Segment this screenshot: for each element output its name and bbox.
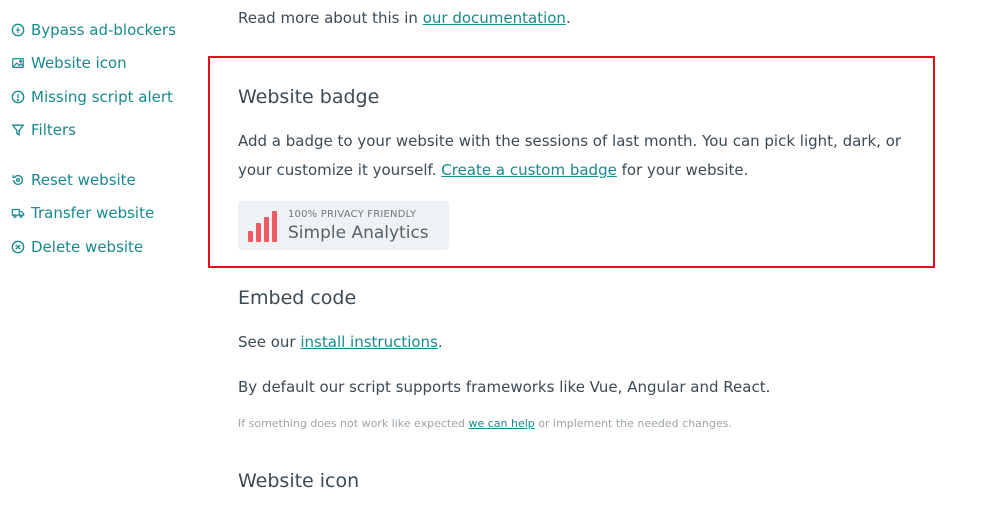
sidebar-item-reset-website[interactable]: Reset website (10, 163, 154, 197)
badge-logo-bar (272, 211, 277, 242)
install-instructions-link[interactable]: install instructions (300, 333, 438, 351)
sidebar-item-missing-script-alert[interactable]: Missing script alert (10, 80, 176, 114)
badge-logo-bar (248, 231, 253, 242)
simple-analytics-badge[interactable]: 100% PRIVACY FRIENDLY Simple Analytics (238, 201, 449, 250)
sidebar-item-transfer-website[interactable]: Transfer website (10, 197, 154, 231)
frameworks-text: By default our script supports framework… (238, 378, 771, 396)
sidebar-item-delete-website[interactable]: Delete website (10, 230, 154, 264)
alert-icon (10, 89, 25, 104)
sidebar-group-settings: Bypass ad-blockers Website icon Missing … (10, 13, 176, 147)
sidebar-item-bypass-ad-blockers[interactable]: Bypass ad-blockers (10, 13, 176, 47)
sidebar-item-label: Filters (31, 121, 76, 140)
badge-logo (248, 211, 278, 242)
sidebar-item-website-icon[interactable]: Website icon (10, 47, 176, 81)
badge-logo-bar (256, 223, 261, 242)
sidebar-item-label: Reset website (31, 170, 136, 189)
website-icon-title: Website icon (238, 470, 360, 492)
sidebar-item-label: Delete website (31, 237, 144, 256)
x-circle-icon (10, 239, 25, 254)
website-badge-title: Website badge (238, 86, 380, 108)
intro-text: Read more about this in our documentatio… (238, 9, 571, 27)
install-instructions-text: See our install instructions. (238, 333, 443, 351)
sidebar-item-label: Transfer website (31, 204, 155, 223)
reset-icon (10, 172, 25, 187)
sidebar: Bypass ad-blockers Website icon Missing … (0, 0, 200, 506)
badge-description-line1: Add a badge to your website with the ses… (238, 132, 902, 150)
sidebar-group-danger: Reset website Transfer website Delete we… (10, 163, 154, 264)
sidebar-item-label: Bypass ad-blockers (31, 20, 176, 39)
help-text: If something does not work like expected… (238, 417, 732, 430)
embed-code-title: Embed code (238, 287, 357, 309)
sidebar-item-label: Missing script alert (31, 87, 173, 106)
filter-icon (10, 123, 25, 138)
badge-tagline: 100% PRIVACY FRIENDLY (288, 209, 417, 220)
sidebar-item-label: Website icon (31, 54, 127, 73)
badge-description-line2: your customize it yourself. Create a cus… (238, 161, 749, 179)
shield-icon (10, 22, 25, 37)
truck-icon (10, 206, 25, 221)
badge-logo-bar (264, 217, 269, 242)
create-custom-badge-link[interactable]: Create a custom badge (441, 161, 617, 179)
we-can-help-link[interactable]: we can help (468, 417, 534, 430)
image-icon (10, 56, 25, 71)
documentation-link[interactable]: our documentation (423, 9, 566, 27)
sidebar-item-filters[interactable]: Filters (10, 114, 176, 148)
badge-name: Simple Analytics (288, 223, 429, 243)
